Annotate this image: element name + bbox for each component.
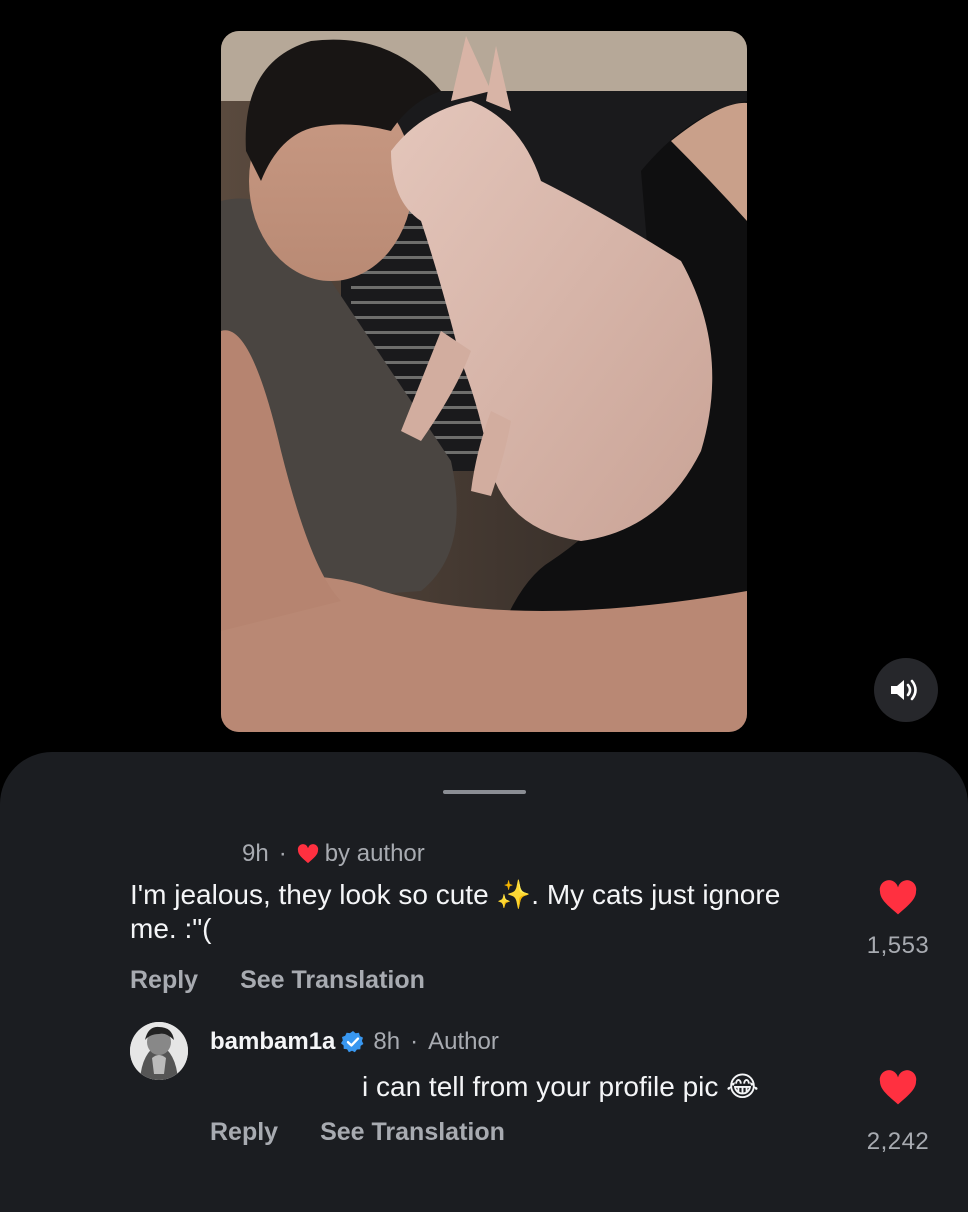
verified-badge-icon: [341, 1030, 365, 1054]
comment-meta: 9h · by author: [242, 840, 820, 868]
comment: 9h · by author I'm jealous, they look so…: [130, 840, 820, 995]
see-translation-button[interactable]: See Translation: [240, 966, 425, 995]
liked-by-author-label: by author: [324, 840, 425, 867]
speaker-volume-icon: [889, 677, 923, 703]
like-block: 1,553: [853, 880, 943, 960]
comment-meta: bambam1a 8h · Author: [210, 1028, 830, 1056]
heart-like-icon[interactable]: [878, 880, 918, 916]
sheet-drag-handle[interactable]: [443, 790, 526, 794]
video-frame-image: [221, 31, 747, 732]
author-tag: Author: [428, 1028, 499, 1055]
like-count: 2,242: [866, 1128, 930, 1155]
username[interactable]: bambam1a: [210, 1028, 335, 1056]
reply-comment: bambam1a 8h · Author i can tell from you…: [210, 1028, 830, 1147]
comment-time: 9h: [242, 840, 269, 867]
heart-like-icon[interactable]: [878, 1070, 918, 1106]
comment-text: I'm jealous, they look so cute ✨. My cat…: [130, 879, 781, 944]
reply-button[interactable]: Reply: [130, 966, 198, 995]
mute-toggle-button[interactable]: [874, 658, 938, 722]
see-translation-button[interactable]: See Translation: [320, 1118, 505, 1147]
video-player[interactable]: [221, 31, 747, 732]
reply-button[interactable]: Reply: [210, 1118, 278, 1147]
comment-time: 8h: [373, 1028, 401, 1055]
avatar[interactable]: [130, 1022, 188, 1080]
comment-actions: Reply See Translation: [210, 1118, 830, 1147]
comment-text: i can tell from your profile pic 😂: [362, 1071, 759, 1102]
like-block: 2,242: [853, 1070, 943, 1156]
meta-separator: ·: [278, 840, 287, 867]
like-count: 1,553: [866, 932, 930, 959]
meta-separator: ·: [410, 1028, 419, 1055]
heart-icon: [297, 844, 319, 864]
comment-actions: Reply See Translation: [130, 966, 820, 995]
comments-sheet: 9h · by author I'm jealous, they look so…: [0, 752, 968, 1212]
